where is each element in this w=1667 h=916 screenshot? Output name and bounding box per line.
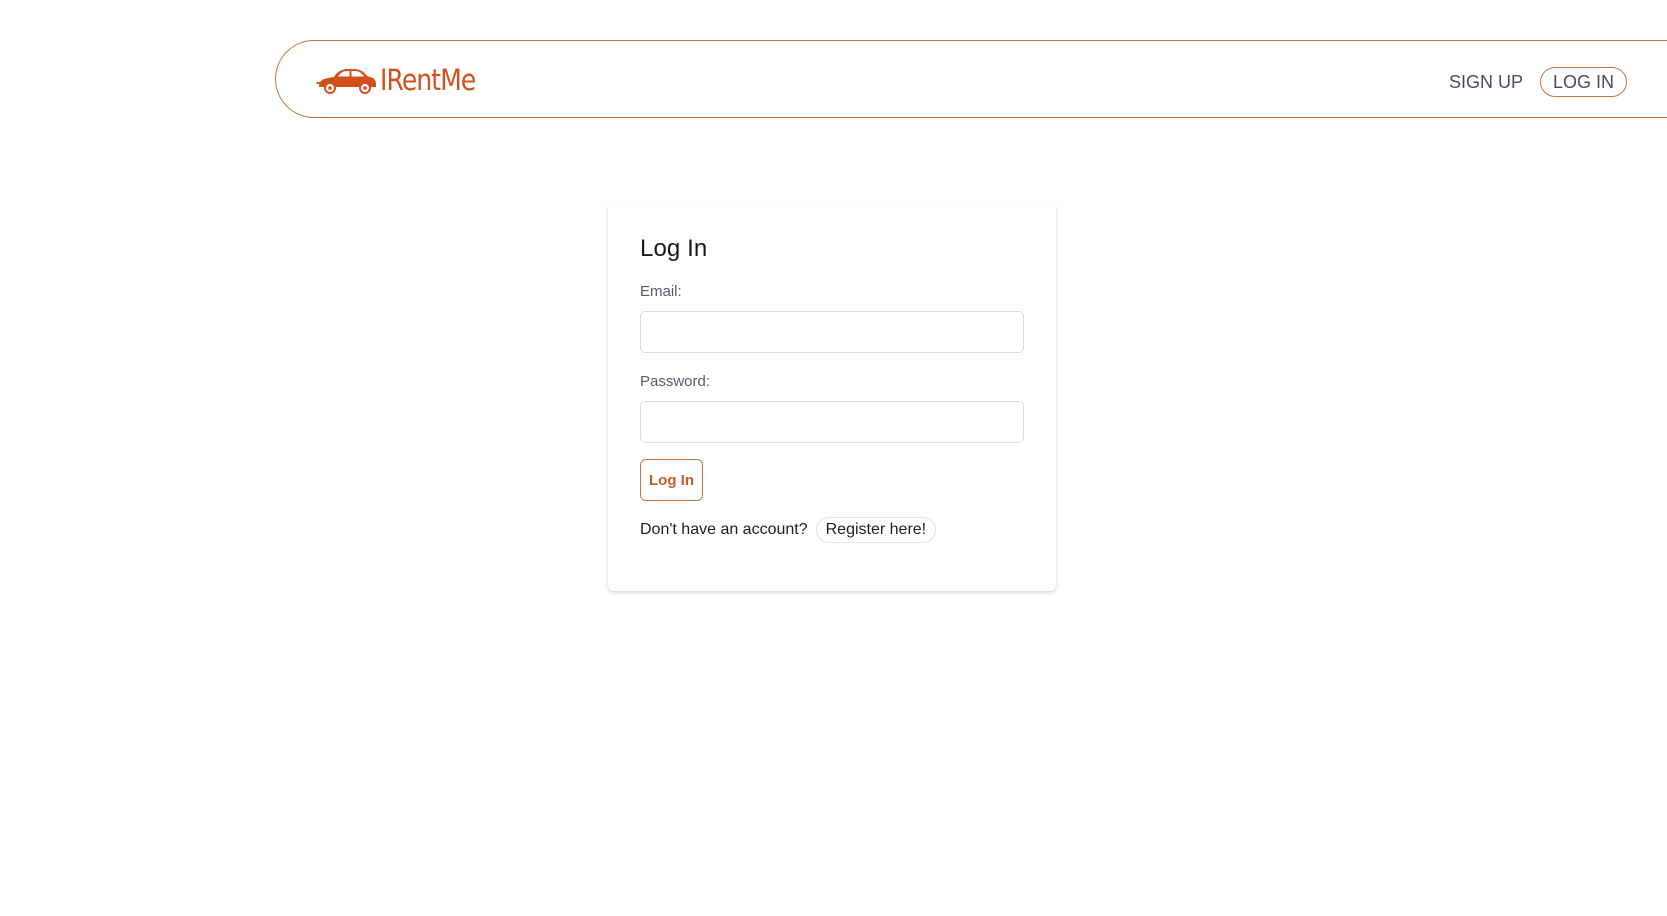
register-prompt: Don't have an account? [640,521,808,538]
signup-link[interactable]: SIGN UP [1449,73,1523,91]
login-title: Log In [640,235,708,262]
register-row: Don't have an account? Register here! [640,517,937,543]
login-card: Log In Email: Password: Log In Don't hav… [608,203,1056,591]
nav-links: SIGN UP LOG IN [1449,67,1627,97]
car-icon [316,69,376,94]
password-label: Password: [640,373,711,390]
login-submit-button[interactable]: Log In [640,459,703,501]
page: IRentMe SIGN UP LOG IN Log In Email: Pas… [0,0,1667,916]
email-label: Email: [640,283,682,300]
brand-logo-link[interactable]: IRentMe [316,61,491,99]
top-navbar: IRentMe SIGN UP LOG IN [275,40,1667,118]
brand-name: IRentMe [380,62,476,97]
login-link[interactable]: LOG IN [1539,67,1627,97]
password-field[interactable] [640,401,1024,443]
register-link-button[interactable]: Register here! [815,517,937,543]
email-field[interactable] [640,311,1024,353]
